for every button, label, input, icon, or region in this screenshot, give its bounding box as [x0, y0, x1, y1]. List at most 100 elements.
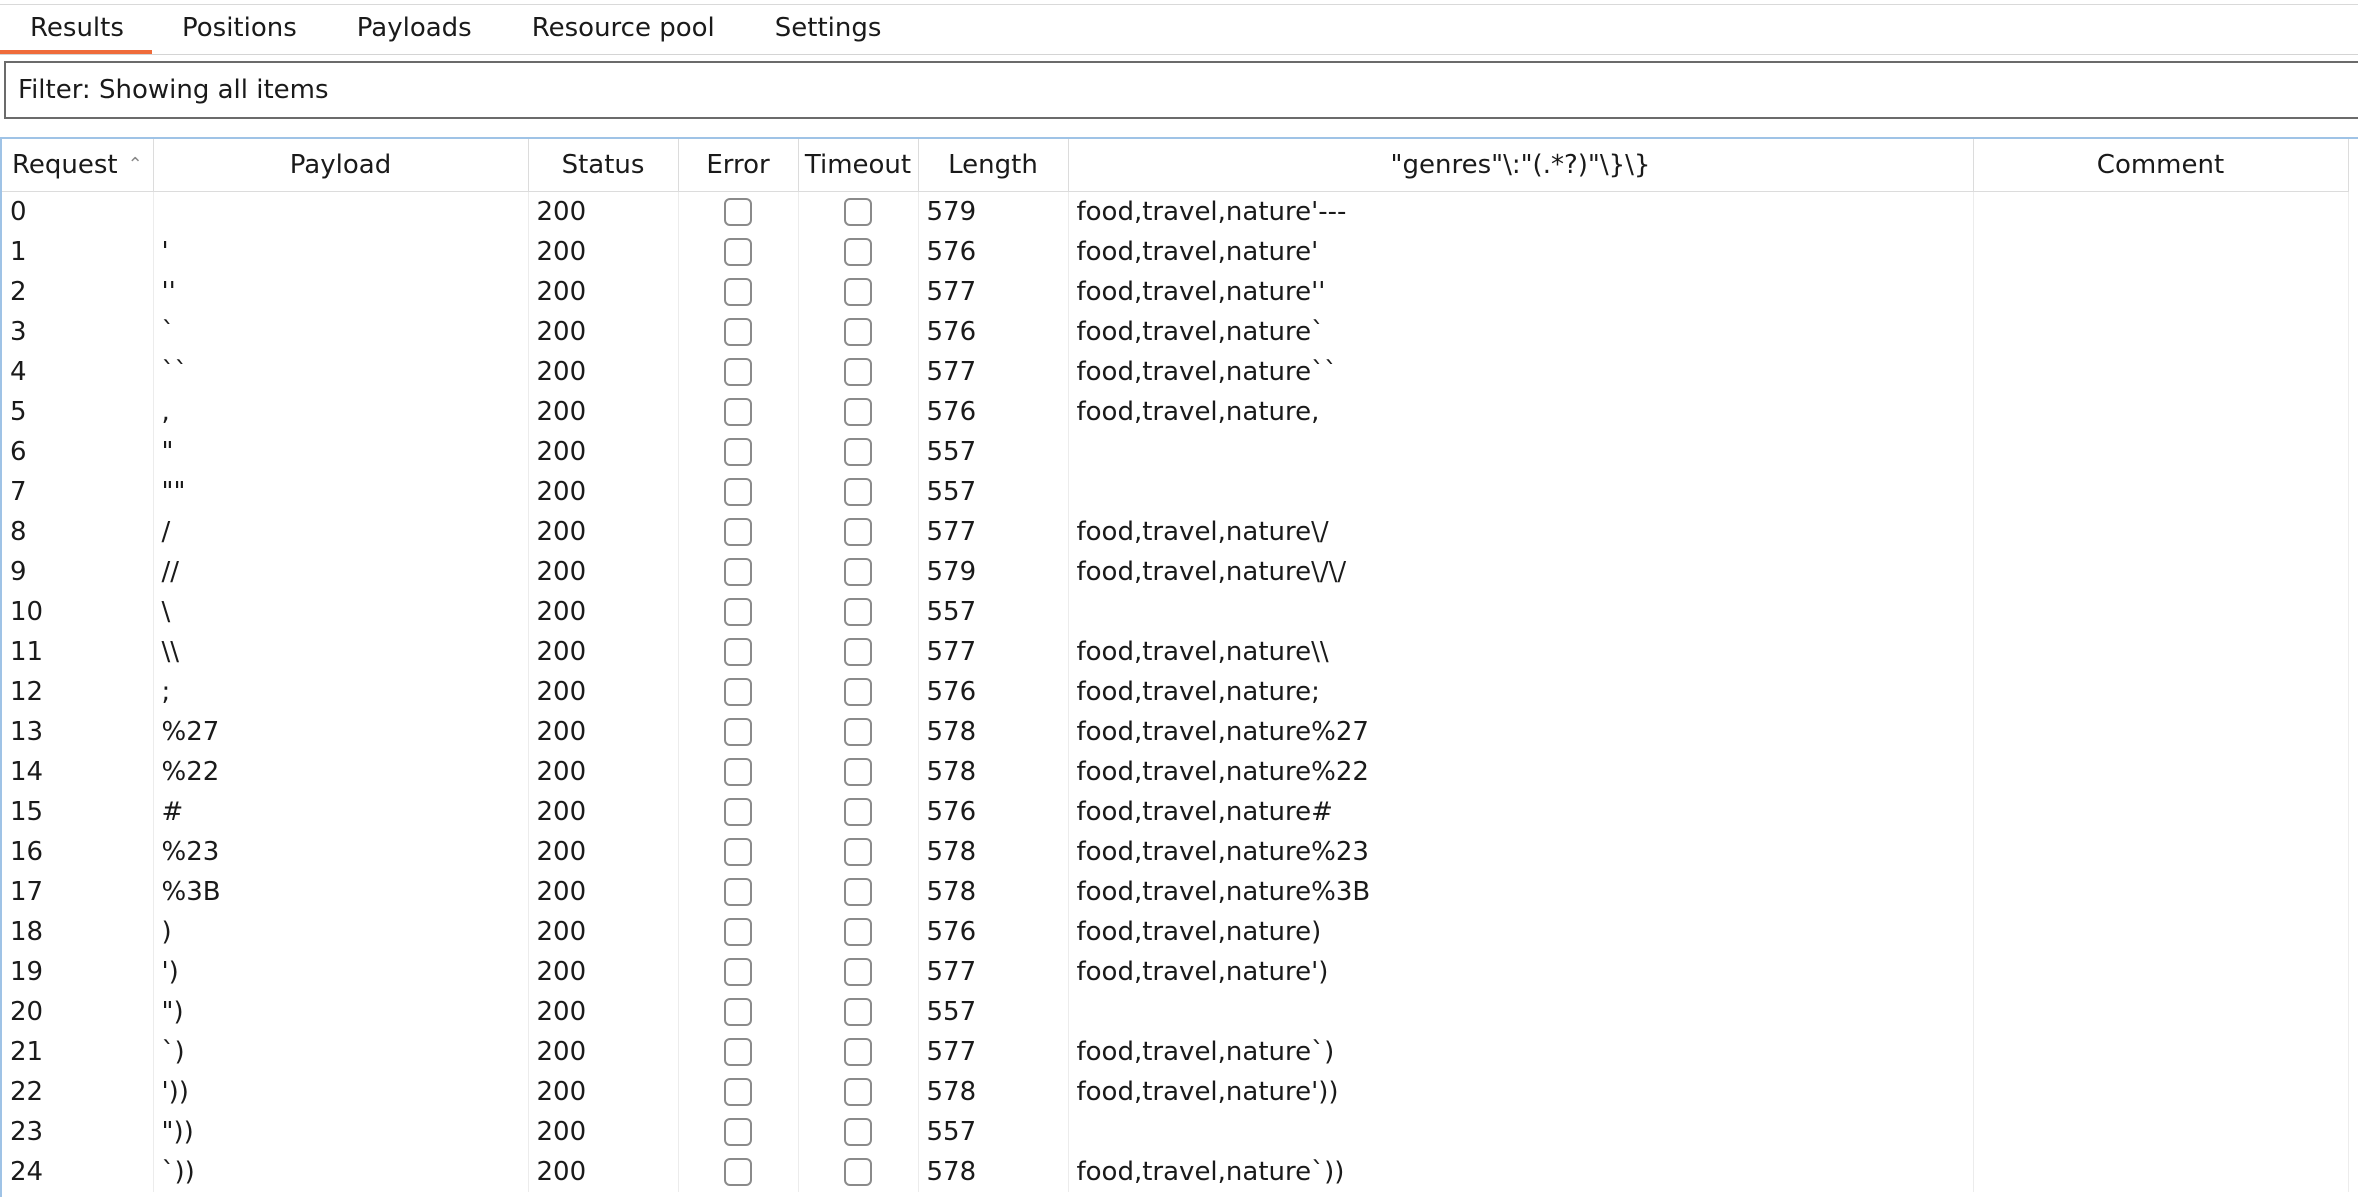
filter-bar[interactable]: Filter: Showing all items	[4, 61, 2358, 119]
table-row[interactable]: 4 `` 200 577 food,travel,nature``	[2, 351, 2349, 392]
error-checkbox[interactable]	[724, 878, 752, 906]
timeout-checkbox[interactable]	[844, 438, 872, 466]
error-checkbox[interactable]	[724, 558, 752, 586]
error-checkbox[interactable]	[724, 1038, 752, 1066]
cell-length: 579	[918, 551, 1069, 592]
table-row[interactable]: 2 '' 200 577 food,travel,nature''	[2, 271, 2349, 312]
table-row[interactable]: 5, 200 576 food,travel,nature,	[2, 391, 2349, 432]
error-checkbox[interactable]	[724, 638, 752, 666]
timeout-cell	[798, 711, 919, 752]
timeout-checkbox[interactable]	[844, 678, 872, 706]
error-checkbox[interactable]	[724, 838, 752, 866]
table-row[interactable]: 7 "" 200 557	[2, 471, 2349, 512]
tab-results[interactable]: Results	[0, 6, 152, 54]
table-row[interactable]: 15 #200 576 food,travel,nature#	[2, 791, 2349, 832]
column-header-length[interactable]: Length	[918, 139, 1069, 192]
error-checkbox[interactable]	[724, 718, 752, 746]
table-row[interactable]: 16 %23 200 578 food,travel,nature%23	[2, 831, 2349, 872]
table-row[interactable]: 17 %3B 200 578 food,travel,nature%3B	[2, 871, 2349, 912]
error-checkbox[interactable]	[724, 598, 752, 626]
table-row[interactable]: 10 \ 200 557	[2, 591, 2349, 632]
table-row[interactable]: 11 \\ 200 577 food,travel,nature\\	[2, 631, 2349, 672]
tab-payloads[interactable]: Payloads	[327, 6, 502, 54]
timeout-checkbox[interactable]	[844, 718, 872, 746]
timeout-checkbox[interactable]	[844, 398, 872, 426]
timeout-checkbox[interactable]	[844, 758, 872, 786]
table-row[interactable]: 20 ") 200 557	[2, 991, 2349, 1032]
tab-settings[interactable]: Settings	[745, 6, 912, 54]
column-header-comment[interactable]: Comment	[1973, 139, 2349, 192]
error-checkbox[interactable]	[724, 1118, 752, 1146]
column-header-error[interactable]: Error	[678, 139, 799, 192]
error-checkbox[interactable]	[724, 1078, 752, 1106]
table-row[interactable]: 21 `) 200 577 food,travel,nature`)	[2, 1031, 2349, 1072]
timeout-checkbox[interactable]	[844, 1078, 872, 1106]
cell-comment	[1973, 711, 2349, 752]
error-checkbox[interactable]	[724, 518, 752, 546]
column-header-status[interactable]: Status	[528, 139, 679, 192]
table-row[interactable]: 19 ') 200 577 food,travel,nature')	[2, 951, 2349, 992]
cell-status: 200	[528, 391, 679, 432]
timeout-checkbox[interactable]	[844, 838, 872, 866]
table-row[interactable]: 6 " 200 557	[2, 431, 2349, 472]
timeout-checkbox[interactable]	[844, 1158, 872, 1186]
error-checkbox[interactable]	[724, 998, 752, 1026]
table-row[interactable]: 8/200 577 food,travel,nature\/	[2, 511, 2349, 552]
timeout-cell	[798, 1031, 919, 1072]
column-header-request[interactable]: Request ⌃	[2, 139, 154, 192]
cell-status: 200	[528, 1071, 679, 1112]
timeout-checkbox[interactable]	[844, 1118, 872, 1146]
error-checkbox[interactable]	[724, 358, 752, 386]
error-checkbox[interactable]	[724, 958, 752, 986]
timeout-checkbox[interactable]	[844, 518, 872, 546]
table-row[interactable]: 24 `)) 200 578 food,travel,nature`))	[2, 1151, 2349, 1192]
error-checkbox[interactable]	[724, 798, 752, 826]
error-checkbox[interactable]	[724, 438, 752, 466]
error-checkbox[interactable]	[724, 758, 752, 786]
table-row[interactable]: 1 ' 200 576 food,travel,nature'	[2, 231, 2349, 272]
tab-positions[interactable]: Positions	[152, 6, 327, 54]
timeout-checkbox[interactable]	[844, 238, 872, 266]
table-row[interactable]: 0 200 579 food,travel,nature'---	[2, 191, 2349, 232]
cell-genres: food,travel,nature')	[1068, 951, 1974, 992]
column-header-payload[interactable]: Payload	[153, 139, 529, 192]
timeout-checkbox[interactable]	[844, 958, 872, 986]
cell-length: 576	[918, 671, 1069, 712]
timeout-checkbox[interactable]	[844, 798, 872, 826]
table-row[interactable]: 14 %22 200 578 food,travel,nature%22	[2, 751, 2349, 792]
timeout-checkbox[interactable]	[844, 598, 872, 626]
column-header-genres-regex[interactable]: "genres"\:"(.*?)"\}\}	[1068, 139, 1974, 192]
error-checkbox[interactable]	[724, 318, 752, 346]
table-row[interactable]: 18) 200 576 food,travel,nature)	[2, 911, 2349, 952]
cell-genres: food,travel,nature#	[1068, 791, 1974, 832]
error-checkbox[interactable]	[724, 678, 752, 706]
timeout-checkbox[interactable]	[844, 358, 872, 386]
timeout-checkbox[interactable]	[844, 318, 872, 346]
error-checkbox[interactable]	[724, 398, 752, 426]
timeout-checkbox[interactable]	[844, 998, 872, 1026]
table-row[interactable]: 9//200 579 food,travel,nature\/\/	[2, 551, 2349, 592]
column-header-timeout[interactable]: Timeout	[798, 139, 919, 192]
table-row[interactable]: 3 ` 200 576 food,travel,nature`	[2, 311, 2349, 352]
timeout-checkbox[interactable]	[844, 918, 872, 946]
timeout-checkbox[interactable]	[844, 478, 872, 506]
tab-resource-pool[interactable]: Resource pool	[502, 6, 745, 54]
timeout-checkbox[interactable]	[844, 558, 872, 586]
table-row[interactable]: 23 ")) 200 557	[2, 1111, 2349, 1152]
table-row[interactable]: 22 ')) 200 578 food,travel,nature'))	[2, 1071, 2349, 1112]
table-row[interactable]: 13 %27 200 578 food,travel,nature%27	[2, 711, 2349, 752]
timeout-checkbox[interactable]	[844, 1038, 872, 1066]
error-checkbox[interactable]	[724, 478, 752, 506]
table-row[interactable]: 12; 200 576 food,travel,nature;	[2, 671, 2349, 712]
timeout-checkbox[interactable]	[844, 638, 872, 666]
error-checkbox[interactable]	[724, 198, 752, 227]
error-checkbox[interactable]	[724, 278, 752, 306]
cell-status: 200	[528, 631, 679, 672]
error-checkbox[interactable]	[724, 238, 752, 266]
cell-length: 577	[918, 951, 1069, 992]
error-checkbox[interactable]	[724, 918, 752, 946]
error-checkbox[interactable]	[724, 1158, 752, 1186]
timeout-checkbox[interactable]	[844, 278, 872, 306]
timeout-checkbox[interactable]	[844, 198, 872, 227]
timeout-checkbox[interactable]	[844, 878, 872, 906]
